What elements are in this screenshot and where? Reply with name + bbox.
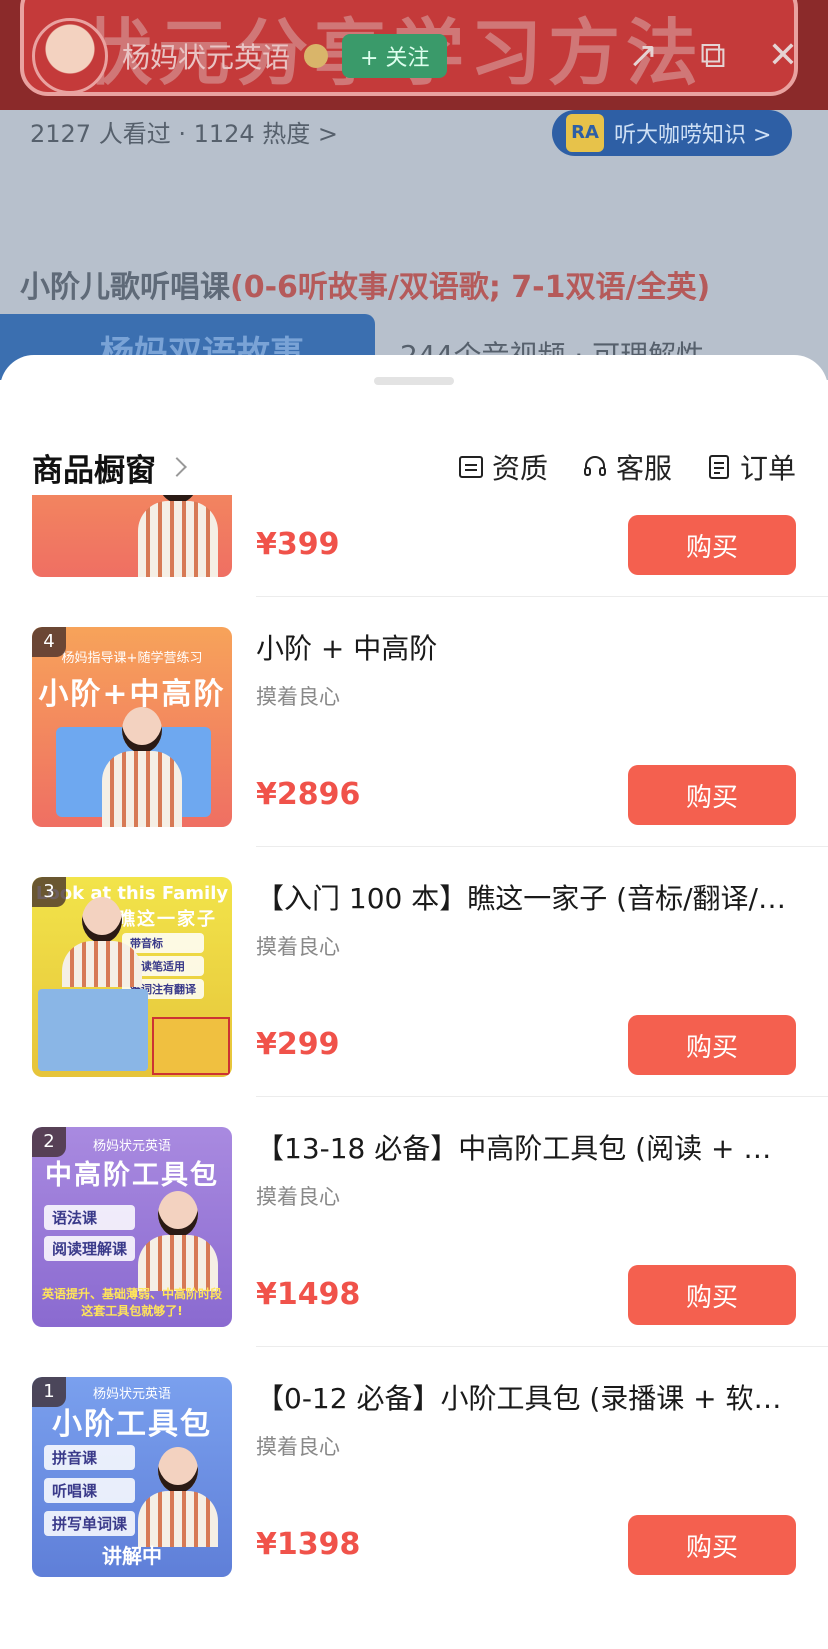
rank-badge: 3 (32, 877, 66, 907)
thumbnail-tag: 拼音课 (44, 1445, 136, 1470)
live-background: 状元分享学习方法 杨妈状元英语 + 关注 ↗ ⧉ ✕ 2127 人看过 · 11… (0, 0, 828, 380)
product-title[interactable]: 【0-12 必备】小阶工具包 (录播课 + 软件...) (256, 1377, 796, 1417)
product-thumbnail[interactable]: 杨妈指导课+随学营练习 小阶+中高阶 4 (32, 627, 232, 827)
chevron-right-icon (167, 457, 187, 477)
listen-button[interactable]: RA 听大咖唠知识 > (552, 110, 792, 156)
product-thumbnail[interactable]: Look at this Family 瞧这一家子 带音标 点读笔适用 难词注有… (32, 877, 232, 1077)
presenter-image (138, 495, 218, 577)
drag-handle[interactable] (374, 377, 454, 385)
course-caption-prefix: 小阶儿歌听唱课 (20, 270, 230, 305)
thumbnail-tags: 语法课 阅读理解课 (44, 1205, 136, 1261)
product-thumbnail[interactable]: 杨妈状元英语 中高阶工具包 语法课 阅读理解课 英语提升、基础薄弱、中高阶时段 … (32, 1127, 232, 1327)
podcast-icon: RA (566, 114, 604, 152)
product-price: ¥1498 (256, 1277, 361, 1312)
course-caption: 小阶儿歌听唱课(0-6听故事/双语歌; 7-1双语/全英) (20, 262, 710, 306)
thumbnail-tag: 语法课 (44, 1205, 136, 1230)
product-thumbnail[interactable] (32, 495, 232, 577)
product-card[interactable]: 杨妈状元英语 中高阶工具包 语法课 阅读理解课 英语提升、基础薄弱、中高阶时段 … (0, 1097, 828, 1347)
rank-badge: 4 (32, 627, 66, 657)
orders-label: 订单 (739, 452, 796, 485)
product-subtitle: 摸着良心 (256, 1435, 340, 1459)
product-card[interactable]: ¥399 购买 (0, 495, 828, 597)
sheet-header: 商品橱窗 资质 客服 订单 (32, 443, 796, 491)
orders-button[interactable]: 订单 (706, 447, 796, 487)
thumbnail-tag: 拼写单词课 (44, 1511, 136, 1536)
share-icon[interactable]: ↗ (628, 35, 658, 77)
product-list[interactable]: ¥399 购买 杨妈指导课+随学营练习 小阶+中高阶 4 小阶 + 中高阶 摸着… (0, 495, 828, 1649)
minimize-icon[interactable]: ⧉ (700, 35, 726, 77)
product-price: ¥399 (256, 527, 340, 562)
product-price: ¥299 (256, 1027, 340, 1062)
product-card[interactable]: 杨妈状元英语 小阶工具包 拼音课 听唱课 拼写单词课 讲解中 1 【0-12 必… (0, 1347, 828, 1597)
presenter-image (62, 897, 142, 987)
product-subtitle: 摸着良心 (256, 685, 340, 709)
product-window-sheet: 商品橱窗 资质 客服 订单 ¥399 购买 杨妈指导课+随学营练习 小阶+中高阶… (0, 355, 828, 1649)
top-icons: ↗ ⧉ ✕ (628, 35, 798, 77)
presenter-image (138, 1447, 218, 1547)
rank-badge: 1 (32, 1377, 66, 1407)
customer-service-button[interactable]: 客服 (582, 447, 672, 487)
product-subtitle: 摸着良心 (256, 935, 340, 959)
certificate-icon (458, 456, 483, 478)
order-list-icon (708, 455, 729, 479)
host-name[interactable]: 杨妈状元英语 (122, 36, 290, 76)
sheet-title-label: 商品橱窗 (32, 452, 156, 489)
buy-button[interactable]: 购买 (628, 765, 796, 825)
qualification-label: 资质 (491, 452, 548, 485)
buy-button[interactable]: 购买 (628, 515, 796, 575)
host-info[interactable]: 杨妈状元英语 + 关注 (32, 18, 448, 94)
follow-button[interactable]: + 关注 (342, 34, 448, 78)
presenter-image (102, 707, 182, 827)
close-icon[interactable]: ✕ (768, 35, 798, 77)
customer-service-label: 客服 (615, 452, 672, 485)
sheet-title[interactable]: 商品橱窗 (32, 445, 187, 490)
buy-button[interactable]: 购买 (628, 1515, 796, 1575)
book-cover-image (152, 1017, 230, 1075)
thumbnail-footer: 英语提升、基础薄弱、中高阶时段 这套工具包就够了! (41, 1287, 222, 1318)
headset-icon (583, 456, 606, 476)
product-title[interactable]: 【13-18 必备】中高阶工具包 (阅读 + 语法...) (256, 1127, 796, 1167)
thumbnail-tags: 拼音课 听唱课 拼写单词课 (44, 1445, 136, 1536)
avatar[interactable] (32, 18, 108, 94)
product-price: ¥1398 (256, 1527, 361, 1562)
book-box-image (38, 989, 148, 1071)
thumbnail-title: 中高阶工具包 (45, 1160, 219, 1191)
verified-badge-icon (304, 44, 329, 68)
product-card[interactable]: 杨妈指导课+随学营练习 小阶+中高阶 4 小阶 + 中高阶 摸着良心 ¥2896… (0, 597, 828, 847)
buy-button[interactable]: 购买 (628, 1015, 796, 1075)
product-thumbnail[interactable]: 杨妈状元英语 小阶工具包 拼音课 听唱课 拼写单词课 讲解中 1 (32, 1377, 232, 1577)
product-price: ¥2896 (256, 777, 361, 812)
buy-button[interactable]: 购买 (628, 1265, 796, 1325)
course-caption-tail: 双语/全英) (565, 270, 711, 305)
product-title[interactable]: 【入门 100 本】瞧这一家子 (音标/翻译/跟读...) (256, 877, 796, 917)
product-title[interactable]: 小阶 + 中高阶 (256, 627, 796, 667)
course-caption-rest: (0-6听故事/双语歌; 7-1 (230, 270, 566, 305)
qualification-button[interactable]: 资质 (458, 447, 548, 487)
presenter-image (138, 1191, 218, 1291)
thumbnail-title: 小阶工具包 (52, 1407, 212, 1442)
live-explaining-label: 讲解中 (102, 1544, 162, 1568)
viewer-count[interactable]: 2127 人看过 · 1124 热度 > (30, 114, 338, 149)
header-actions: 资质 客服 订单 (458, 447, 796, 487)
listen-label: 听大咖唠知识 > (614, 123, 772, 148)
thumbnail-tag: 听唱课 (44, 1478, 136, 1503)
thumbnail-tag: 阅读理解课 (44, 1236, 136, 1261)
product-card[interactable]: Look at this Family 瞧这一家子 带音标 点读笔适用 难词注有… (0, 847, 828, 1097)
product-subtitle: 摸着良心 (256, 1185, 340, 1209)
rank-badge: 2 (32, 1127, 66, 1157)
